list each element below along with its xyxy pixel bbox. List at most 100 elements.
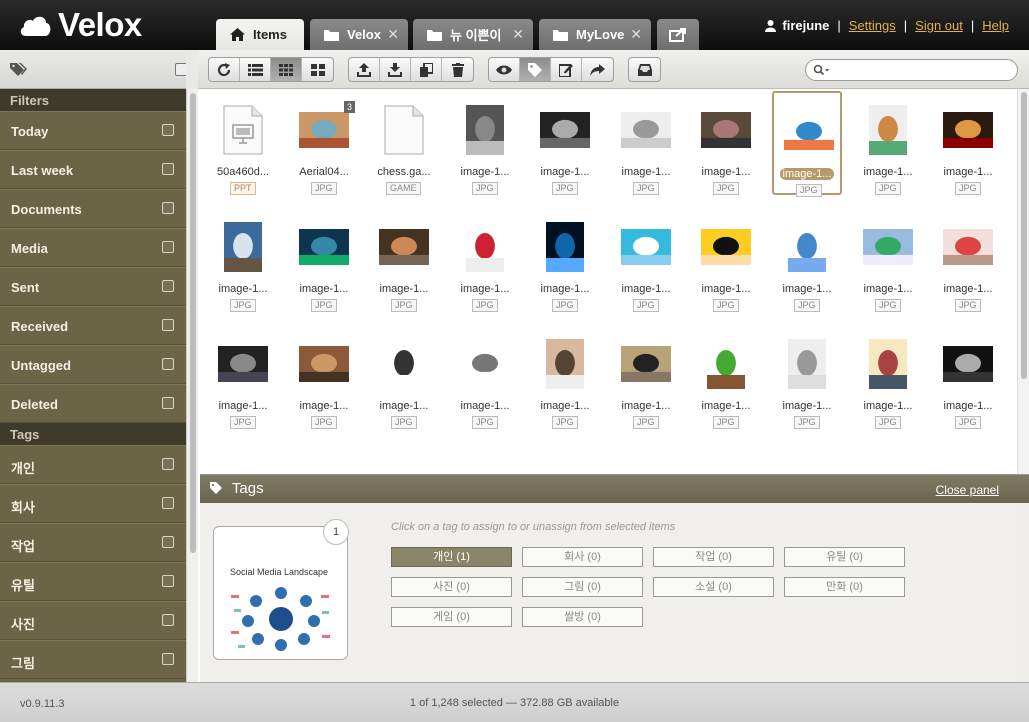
app-logo[interactable]: Velox: [18, 6, 142, 44]
grid-view-button[interactable]: [271, 58, 302, 81]
filter-item[interactable]: Today: [0, 111, 186, 150]
tag-item[interactable]: 사진: [0, 601, 186, 640]
tag-toggle-button[interactable]: 작업 (0): [653, 547, 774, 567]
tab-mylove[interactable]: MyLove ✕: [539, 19, 651, 50]
item-tile[interactable]: chess.ga... GAME: [369, 91, 439, 195]
tag-toggle-button[interactable]: 회사 (0): [522, 547, 643, 567]
tag-toggle-button[interactable]: 개인 (1): [391, 547, 512, 567]
tag-toggle-button[interactable]: 만화 (0): [784, 577, 905, 597]
item-tile[interactable]: image-1... JPG: [611, 208, 681, 312]
item-tile[interactable]: image-1... JPG: [691, 208, 761, 312]
signout-link[interactable]: Sign out: [915, 18, 963, 33]
image-thumbnail: [701, 222, 751, 272]
sidebar-scrollbar[interactable]: [186, 89, 198, 682]
item-tile[interactable]: image-1... JPG: [289, 325, 359, 429]
item-tile[interactable]: image-1... JPG: [289, 208, 359, 312]
item-tile[interactable]: 3 Aerial04... JPG: [289, 91, 359, 195]
settings-link[interactable]: Settings: [849, 18, 896, 33]
filter-item[interactable]: Media: [0, 228, 186, 267]
filter-checkbox[interactable]: [162, 280, 174, 292]
item-tile[interactable]: image-1... JPG: [450, 208, 520, 312]
filter-checkbox[interactable]: [162, 319, 174, 331]
tag-button[interactable]: [520, 58, 551, 81]
tag-checkbox[interactable]: [162, 536, 174, 548]
download-button[interactable]: [380, 58, 411, 81]
close-tab-icon[interactable]: ✕: [630, 26, 642, 43]
tag-item[interactable]: 개인: [0, 445, 186, 484]
item-tile[interactable]: image-1... JPG: [611, 91, 681, 195]
item-tile[interactable]: image-1... JPG: [208, 325, 278, 429]
tag-toggle-button[interactable]: 유틸 (0): [784, 547, 905, 567]
filter-item[interactable]: Untagged: [0, 345, 186, 384]
delete-button[interactable]: [442, 58, 473, 81]
item-tile[interactable]: image-1... JPG: [611, 325, 681, 429]
close-tab-icon[interactable]: ✕: [512, 26, 524, 43]
close-tab-icon[interactable]: ✕: [387, 26, 399, 43]
filter-checkbox[interactable]: [162, 358, 174, 370]
item-tile[interactable]: 50a460d... PPT: [208, 91, 278, 195]
tab-folder-2[interactable]: 뉴 이쁜이 ✕: [413, 19, 533, 50]
tag-checkbox[interactable]: [162, 653, 174, 665]
tag-checkbox[interactable]: [162, 497, 174, 509]
share-button[interactable]: [582, 58, 613, 81]
search-input[interactable]: [805, 59, 1018, 81]
tag-item[interactable]: 그림: [0, 640, 186, 679]
item-tile[interactable]: image-1... JPG: [772, 91, 842, 197]
tag-checkbox[interactable]: [162, 614, 174, 626]
tag-toggle-button[interactable]: 소설 (0): [653, 577, 774, 597]
filter-item[interactable]: Received: [0, 306, 186, 345]
filter-item[interactable]: Sent: [0, 267, 186, 306]
item-tile[interactable]: image-1... JPG: [691, 325, 761, 429]
item-tile[interactable]: image-1... JPG: [853, 325, 923, 429]
filter-checkbox[interactable]: [162, 124, 174, 136]
selected-count-badge: 1: [323, 519, 349, 545]
item-tile[interactable]: image-1... JPG: [772, 208, 842, 312]
item-tile[interactable]: image-1... JPG: [369, 325, 439, 429]
tab-velox[interactable]: Velox ✕: [310, 19, 408, 50]
filter-checkbox[interactable]: [162, 241, 174, 253]
large-grid-button[interactable]: [302, 58, 333, 81]
tags-icon[interactable]: [10, 62, 28, 76]
filter-checkbox[interactable]: [162, 163, 174, 175]
item-tile[interactable]: image-1... JPG: [450, 91, 520, 195]
tag-toggle-button[interactable]: 그림 (0): [522, 577, 643, 597]
item-tile[interactable]: image-1... JPG: [772, 325, 842, 429]
tag-item[interactable]: 작업: [0, 523, 186, 562]
refresh-button[interactable]: [209, 58, 240, 81]
tag-item[interactable]: 회사: [0, 484, 186, 523]
tag-checkbox[interactable]: [162, 575, 174, 587]
tag-checkbox[interactable]: [162, 458, 174, 470]
filter-item[interactable]: Last week: [0, 150, 186, 189]
filter-item[interactable]: Deleted: [0, 384, 186, 423]
tag-toggle-button[interactable]: 게임 (0): [391, 607, 512, 627]
filter-item[interactable]: Documents: [0, 189, 186, 228]
new-tab-button[interactable]: [657, 19, 699, 50]
help-link[interactable]: Help: [982, 18, 1009, 33]
filter-checkbox[interactable]: [162, 397, 174, 409]
tab-items[interactable]: Items: [216, 19, 304, 50]
upload-button[interactable]: [349, 58, 380, 81]
preview-button[interactable]: [489, 58, 520, 81]
close-panel-link[interactable]: Close panel: [936, 483, 999, 497]
item-tile[interactable]: image-1... JPG: [369, 208, 439, 312]
item-tile[interactable]: image-1... JPG: [691, 91, 761, 195]
copy-button[interactable]: [411, 58, 442, 81]
item-tile[interactable]: image-1... JPG: [208, 208, 278, 312]
item-tile[interactable]: image-1... JPG: [933, 91, 1003, 195]
tag-item[interactable]: 유틸: [0, 562, 186, 601]
item-tile[interactable]: image-1... JPG: [530, 208, 600, 312]
item-tile[interactable]: image-1... JPG: [530, 91, 600, 195]
item-tile[interactable]: image-1... JPG: [853, 91, 923, 195]
item-tile[interactable]: image-1... JPG: [853, 208, 923, 312]
edit-button[interactable]: [551, 58, 582, 81]
item-tile[interactable]: image-1... JPG: [933, 325, 1003, 429]
inbox-button[interactable]: [629, 58, 660, 81]
item-tile[interactable]: image-1... JPG: [530, 325, 600, 429]
item-tile[interactable]: image-1... JPG: [933, 208, 1003, 312]
tag-toggle-button[interactable]: 쌀방 (0): [522, 607, 643, 627]
tag-toggle-button[interactable]: 사진 (0): [391, 577, 512, 597]
list-view-button[interactable]: [240, 58, 271, 81]
item-tile[interactable]: image-1... JPG: [450, 325, 520, 429]
filter-checkbox[interactable]: [162, 202, 174, 214]
select-all-checkbox[interactable]: [175, 63, 186, 76]
